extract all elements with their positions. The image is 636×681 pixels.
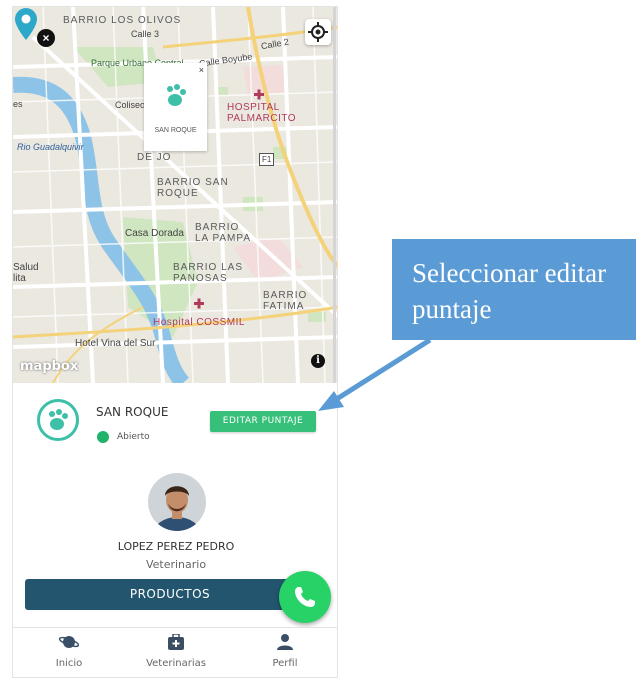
avatar: [148, 473, 206, 531]
clinic-name: SAN ROQUE: [96, 405, 169, 419]
map-popup[interactable]: × SAN ROQUE: [144, 63, 207, 151]
annotation-text: Seleccionar editar puntaje: [412, 258, 607, 324]
clinic-logo: [37, 399, 79, 441]
status-dot: [97, 431, 109, 443]
info-icon[interactable]: i: [311, 354, 325, 368]
map-view[interactable]: BARRIO LOS OLIVOS Calle 3 Calle Boyube C…: [13, 7, 337, 383]
map-label-barrio-las-panosas: BARRIO LAS PANOSAS: [173, 262, 244, 284]
map-label-rio: Rio Guadalquivir: [17, 142, 84, 152]
vet-role: Veterinario: [145, 558, 207, 571]
map-label-barrio-la-pampa: BARRIO LA PAMPA: [195, 222, 251, 244]
nav-item-veterinarias[interactable]: Veterinarias: [126, 633, 226, 669]
products-button[interactable]: PRODUCTOS: [25, 579, 315, 610]
nav-label-inicio: Inicio: [55, 658, 83, 669]
paw-icon: [167, 84, 186, 106]
nav-label-veterinarias: Veterinarias: [146, 658, 206, 669]
status-text: Abierto: [117, 432, 150, 442]
clinic-card: SAN ROQUE Abierto EDITAR PUNTAJE LOPEZ P…: [13, 383, 337, 677]
map-pin-icon[interactable]: [13, 7, 39, 41]
locate-button[interactable]: [305, 19, 331, 45]
annotation-callout: Seleccionar editar puntaje: [392, 239, 636, 340]
map-label-barrio-fatima: BARRIO FATIMA: [263, 290, 308, 312]
person-icon: [277, 634, 293, 650]
map-label-de-jo: DE JO: [137, 152, 172, 163]
call-button[interactable]: [279, 571, 331, 623]
mapbox-logo: mapbox: [20, 359, 79, 374]
phone-screen: BARRIO LOS OLIVOS Calle 3 Calle Boyube C…: [12, 6, 338, 678]
paw-icon: [49, 409, 68, 430]
edit-score-button[interactable]: EDITAR PUNTAJE: [210, 411, 316, 432]
map-label-salud: Salud lita: [13, 262, 39, 284]
nav-item-perfil[interactable]: Perfil: [235, 634, 335, 669]
close-icon[interactable]: ×: [37, 29, 55, 47]
bottom-nav: Inicio Veterinarias Perfil: [13, 627, 337, 677]
popup-close-icon[interactable]: ×: [199, 65, 204, 75]
map-label-hospital-palmarcito: HOSPITAL PALMARCITO: [227, 102, 297, 124]
nav-item-inicio[interactable]: Inicio: [19, 634, 119, 669]
map-label-es: es: [13, 99, 23, 109]
map-label-casa-dorada: Casa Dorada: [125, 228, 184, 239]
crosshair-icon: [308, 22, 328, 42]
map-label-calle3: Calle 3: [131, 29, 160, 39]
vet-name: LOPEZ PEREZ PEDRO: [117, 540, 235, 553]
phone-icon: [295, 587, 315, 607]
popup-clinic-name: SAN ROQUE: [154, 127, 197, 134]
avatar-image: [148, 473, 206, 531]
map-label-barrio-san-roque: BARRIO SAN ROQUE: [157, 177, 229, 199]
map-label-hospital-cossmil: Hospital COSSMIL: [153, 317, 245, 328]
map-label-coliseo: Coliseo: [115, 100, 146, 110]
nav-label-perfil: Perfil: [272, 658, 298, 669]
medical-kit-icon: [168, 633, 184, 650]
map-label-f1: F1: [259, 153, 275, 166]
map-label-barrio-los-olivos: BARRIO LOS OLIVOS: [63, 15, 182, 26]
map-label-hotel: Hotel Vina del Sur: [75, 338, 156, 349]
planet-icon: [58, 636, 80, 648]
